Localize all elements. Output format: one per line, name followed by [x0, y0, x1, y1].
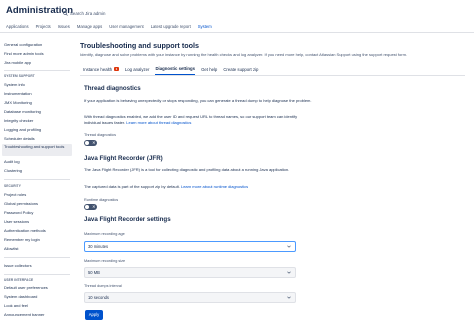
jfr-settings-heading: Java Flight Recorder settings — [84, 216, 171, 223]
sidebar-item-troubleshooting[interactable]: Troubleshooting and support tools — [2, 144, 72, 156]
sidebar-item-general-configuration[interactable]: General configuration — [4, 42, 72, 47]
sidebar-item-find-more-admin-tools[interactable]: Find more admin tools — [4, 51, 72, 56]
sidebar-item-authentication-methods[interactable]: Authentication methods — [4, 228, 72, 233]
sidebar-item-logging-and-profiling[interactable]: Logging and profiling — [4, 127, 72, 132]
sidebar-item-jmx-monitoring[interactable]: JMX Monitoring — [4, 100, 72, 105]
subtabs: Instance health 1 Log analyzer Diagnosti… — [83, 66, 264, 75]
sidebar-item-default-user-preferences[interactable]: Default user preferences — [4, 285, 72, 290]
sidebar-item-system-dashboard[interactable]: System dashboard — [4, 294, 72, 299]
close-icon: ✕ — [92, 140, 96, 145]
max-recording-size-label: Maximum recording size — [84, 259, 126, 263]
thread-diagnostics-toggle[interactable]: ✕ — [84, 140, 97, 146]
sidebar-item-jira-mobile-app[interactable]: Jira mobile app — [4, 60, 72, 65]
sidebar-item-scheduler-details[interactable]: Scheduler details — [4, 136, 72, 141]
sidebar-item-clustering[interactable]: Clustering — [4, 168, 72, 173]
sidebar-item-password-policy[interactable]: Password Policy — [4, 210, 72, 215]
sidebar-heading-user-interface: USER INTERFACE — [4, 278, 34, 282]
search-icon — [63, 10, 68, 16]
sidebar-item-instrumentation[interactable]: Instrumentation — [4, 91, 72, 96]
max-recording-size-value: 50 MB — [88, 270, 100, 275]
subtab-get-help[interactable]: Get help — [201, 66, 217, 75]
subtab-instance-health[interactable]: Instance health 1 — [83, 66, 119, 75]
sidebar-item-audit-log[interactable]: Audit log — [4, 159, 72, 164]
admin-search[interactable]: Search Jira admin — [63, 8, 105, 18]
sidebar-item-database-monitoring[interactable]: Database monitoring — [4, 109, 72, 114]
sidebar-item-issue-collectors[interactable]: Issue collectors — [4, 263, 72, 268]
sidebar-item-global-permissions[interactable]: Global permissions — [4, 201, 72, 206]
sidebar-heading-security: SECURITY — [4, 184, 21, 188]
runtime-diagnostics-learn-more-link[interactable]: Learn more about runtime diagnostics — [181, 184, 248, 189]
subtab-create-support-zip[interactable]: Create support zip — [223, 66, 258, 75]
divider — [4, 274, 70, 275]
divider — [4, 179, 70, 180]
sidebar-item-user-sessions[interactable]: User sessions — [4, 219, 72, 224]
top-bar: Administration Search Jira admin Applica… — [0, 0, 474, 33]
page-description: Identify, diagnose and solve problems wi… — [80, 52, 408, 57]
thread-dumps-interval-label: Thread dumps interval — [84, 284, 122, 288]
thread-diagnostics-toggle-label: Thread diagnostics — [84, 133, 117, 137]
jfr-heading: Java Flight Recorder (JFR) — [84, 155, 163, 162]
subtab-diagnostic-settings[interactable]: Diagnostic settings — [155, 66, 196, 75]
toggle-knob — [85, 141, 89, 145]
jfr-details: The captured data is part of the support… — [84, 184, 314, 190]
sidebar-item-announcement-banner[interactable]: Announcement banner — [4, 312, 72, 317]
divider — [80, 75, 465, 76]
divider — [4, 257, 70, 258]
sidebar: General configuration Find more admin to… — [0, 33, 73, 332]
chevron-down-icon — [287, 245, 291, 248]
sidebar-item-look-and-feel[interactable]: Look and feel — [4, 303, 72, 308]
chevron-down-icon — [287, 296, 291, 299]
sidebar-item-integrity-checker[interactable]: Integrity checker — [4, 118, 72, 123]
thread-dumps-interval-select[interactable]: 10 seconds — [84, 292, 296, 303]
close-icon: ✕ — [92, 204, 96, 209]
main-content: Troubleshooting and support tools Identi… — [80, 33, 465, 332]
chevron-down-icon — [287, 271, 291, 274]
thread-diagnostics-intro: If your application is behaving unexpect… — [84, 98, 312, 103]
search-placeholder: Search Jira admin — [70, 10, 106, 16]
max-recording-age-label: Maximum recording age — [84, 232, 125, 236]
max-recording-size-select[interactable]: 50 MB — [84, 267, 296, 278]
sidebar-heading-system-support: SYSTEM SUPPORT — [4, 74, 35, 78]
runtime-diagnostics-toggle[interactable]: ✕ — [84, 204, 97, 210]
sidebar-item-allowlist[interactable]: Allowlist — [4, 246, 72, 251]
max-recording-age-value: 30 minutes — [88, 244, 109, 249]
sidebar-item-project-roles[interactable]: Project roles — [4, 192, 72, 197]
subtab-log-analyzer[interactable]: Log analyzer — [125, 66, 150, 75]
subtab-label: Instance health — [83, 66, 113, 72]
health-count-badge: 1 — [114, 67, 119, 71]
apply-button[interactable]: Apply — [85, 310, 103, 320]
thread-diagnostics-heading: Thread diagnostics — [84, 85, 141, 92]
thread-dumps-interval-value: 10 seconds — [88, 295, 109, 300]
jfr-details-text: The captured data is part of the support… — [84, 184, 180, 189]
runtime-diagnostics-toggle-label: Runtime diagnostics — [84, 198, 119, 202]
toggle-knob — [85, 205, 89, 209]
max-recording-age-select[interactable]: 30 minutes — [84, 241, 296, 252]
divider — [4, 70, 70, 71]
sidebar-item-remember-my-login[interactable]: Remember my login — [4, 237, 72, 242]
thread-diagnostics-learn-more-link[interactable]: Learn more about thread diagnostics — [126, 120, 191, 125]
page-title: Troubleshooting and support tools — [80, 41, 199, 50]
sidebar-item-system-info[interactable]: System info — [4, 82, 72, 87]
thread-diagnostics-details: With thread diagnostics enabled, we add … — [84, 114, 314, 126]
jfr-intro: The Java Flight Recorder (JFR) is a tool… — [84, 167, 290, 172]
